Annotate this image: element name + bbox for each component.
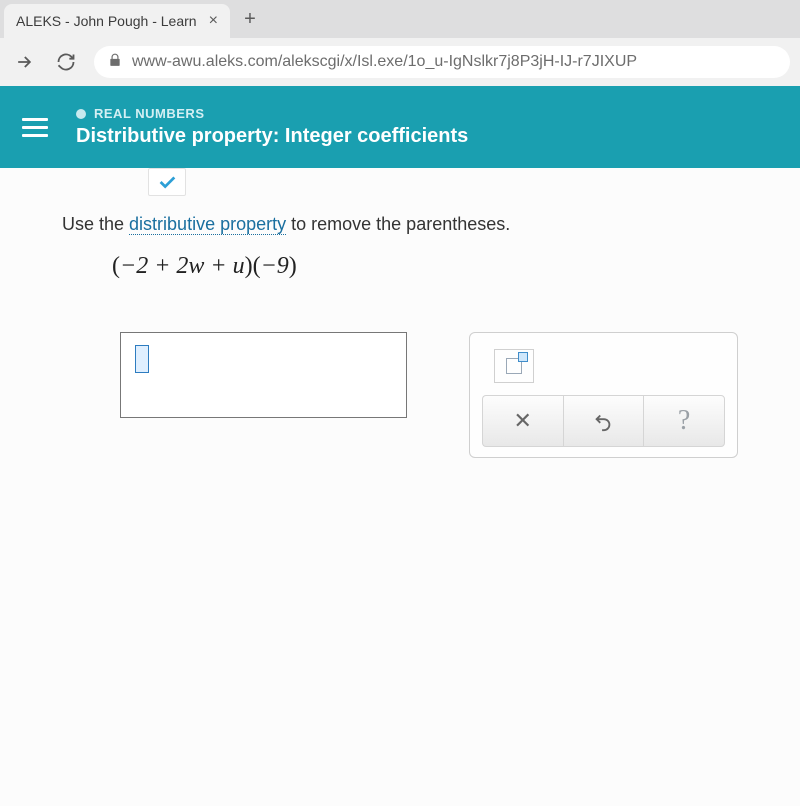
browser-chrome: ALEKS - John Pough - Learn × + www-awu.a… (0, 0, 800, 86)
progress-marker[interactable] (148, 168, 186, 196)
distributive-property-link[interactable]: distributive property (129, 214, 286, 235)
instruction-pre: Use the (62, 214, 129, 234)
x-icon: ✕ (513, 408, 531, 434)
new-tab-button[interactable]: + (236, 5, 264, 33)
instruction-post: to remove the parentheses. (286, 214, 510, 234)
exponent-tool-button[interactable] (494, 349, 534, 383)
category-dot-icon (76, 109, 86, 119)
clear-button[interactable]: ✕ (482, 395, 563, 447)
lock-icon (108, 53, 122, 72)
url-field[interactable]: www-awu.aleks.com/alekscgi/x/Isl.exe/1o_… (94, 46, 790, 78)
menu-icon[interactable] (22, 118, 48, 137)
tab-bar: ALEKS - John Pough - Learn × + (0, 0, 800, 38)
help-button[interactable]: ? (643, 395, 725, 447)
page-content: REAL NUMBERS Distributive property: Inte… (0, 86, 800, 806)
topic-bar: REAL NUMBERS Distributive property: Inte… (0, 86, 800, 168)
answer-input[interactable] (120, 332, 407, 418)
topic-title: Distributive property: Integer coefficie… (76, 125, 468, 148)
forward-button[interactable] (10, 48, 38, 76)
instruction-text: Use the distributive property to remove … (62, 214, 738, 235)
question-area: Use the distributive property to remove … (0, 196, 800, 458)
browser-tab[interactable]: ALEKS - John Pough - Learn × (4, 4, 230, 38)
url-bar: www-awu.aleks.com/alekscgi/x/Isl.exe/1o_… (0, 38, 800, 86)
topic-text: REAL NUMBERS Distributive property: Inte… (76, 106, 468, 148)
answer-area: ✕ ? (120, 332, 738, 458)
math-expression: (−2 + 2w + u)(−9) (112, 253, 738, 280)
check-icon (156, 171, 178, 193)
undo-button[interactable] (563, 395, 644, 447)
undo-icon (592, 410, 614, 432)
answer-cursor (135, 345, 149, 373)
reload-button[interactable] (52, 48, 80, 76)
exponent-sup-icon (518, 352, 528, 362)
question-icon: ? (678, 405, 690, 437)
tool-panel: ✕ ? (469, 332, 738, 458)
category-label: REAL NUMBERS (94, 106, 205, 121)
tab-title: ALEKS - John Pough - Learn (16, 13, 197, 29)
url-text: www-awu.aleks.com/alekscgi/x/Isl.exe/1o_… (132, 53, 637, 71)
close-icon[interactable]: × (209, 12, 218, 30)
